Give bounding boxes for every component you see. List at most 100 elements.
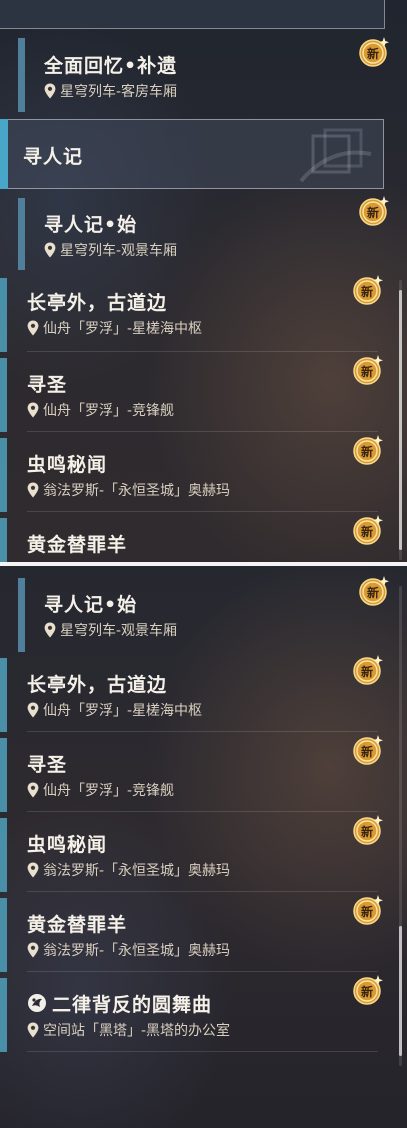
row-separator: [27, 891, 378, 892]
quest-location-text: 翁法罗斯-「永恒圣城」奥赫玛: [43, 863, 231, 879]
quest-location-text: 翁法罗斯-「永恒圣城」奥赫玛: [43, 483, 231, 499]
row-separator: [27, 1051, 378, 1052]
quest-location: 星穹列车-客房车厢: [44, 81, 177, 101]
quest-type-icon: [28, 994, 46, 1012]
quest-item-full-recall-addendum[interactable]: 全面回忆•补遗 星穹列车-客房车厢: [0, 38, 384, 112]
quest-item-golden-scapegoat[interactable]: 黄金替罪羊: [0, 518, 384, 562]
location-pin-icon: [27, 320, 39, 336]
quest-location-text: 仙舟「罗浮」-星槎海中枢: [43, 321, 203, 337]
svg-text:新: 新: [361, 524, 373, 539]
scrollbar-thumb[interactable]: [399, 926, 402, 1056]
quest-title: 寻人记•始: [44, 594, 138, 616]
quest-location-text: 星穹列车-观景车厢: [60, 623, 178, 639]
quest-item-golden-scapegoat[interactable]: 黄金替罪羊 翁法罗斯-「永恒圣城」奥赫玛: [0, 898, 384, 972]
quest-location: 空间站「黑塔」-黑塔的办公室: [27, 1020, 230, 1040]
quest-title: 寻人记•始: [44, 214, 138, 236]
new-badge-icon: 新: [358, 575, 390, 607]
category-header-xunrenji[interactable]: 寻人记: [0, 119, 384, 189]
quest-location: 星穹列车-观景车厢: [44, 620, 177, 640]
new-badge-icon: 新: [358, 195, 390, 227]
svg-text:新: 新: [361, 284, 373, 299]
svg-text:新: 新: [361, 364, 373, 379]
location-pin-icon: [27, 402, 39, 418]
row-separator: [27, 431, 378, 432]
svg-text:新: 新: [367, 205, 379, 220]
svg-text:新: 新: [367, 46, 379, 61]
selection-bar: [18, 38, 25, 112]
quest-location: 仙舟「罗浮」-竞锋舰: [27, 400, 174, 420]
quest-item-changtingwai[interactable]: 长亭外，古道边 仙舟「罗浮」-星槎海中枢: [0, 658, 384, 732]
location-pin-icon: [27, 782, 39, 798]
location-pin-icon: [27, 482, 39, 498]
quest-list-bottom: 寻人记•始 星穹列车-观景车厢 新 长亭外，古道边 仙舟「罗浮」-星槎海中枢 新…: [0, 566, 407, 1128]
row-separator: [27, 731, 378, 732]
quest-item-xunsheng[interactable]: 寻圣 仙舟「罗浮」-竞锋舰: [0, 358, 384, 432]
row-separator: [27, 971, 378, 972]
location-pin-icon: [27, 702, 39, 718]
quest-location-text: 仙舟「罗浮」-星槎海中枢: [43, 703, 203, 719]
row-separator: [27, 511, 378, 512]
new-badge-icon: 新: [352, 894, 384, 926]
new-badge-icon: 新: [352, 654, 384, 686]
selection-bar: [18, 578, 25, 652]
quest-location-text: 仙舟「罗浮」-竞锋舰: [43, 783, 175, 799]
new-badge-icon: 新: [352, 814, 384, 846]
svg-text:新: 新: [367, 585, 379, 600]
location-pin-icon: [44, 83, 56, 99]
quest-location-text: 仙舟「罗浮」-竞锋舰: [43, 403, 175, 419]
new-badge-icon: 新: [352, 354, 384, 386]
category-emblem-icon: [299, 128, 372, 183]
quest-item-chongming[interactable]: 虫鸣秘闻 翁法罗斯-「永恒圣城」奥赫玛: [0, 438, 384, 512]
quest-item-antinomy-waltz[interactable]: 二律背反的圆舞曲 空间站「黑塔」-黑塔的办公室: [0, 978, 384, 1052]
quest-item-chongming[interactable]: 虫鸣秘闻 翁法罗斯-「永恒圣城」奥赫玛: [0, 818, 384, 892]
quest-title: 寻圣: [27, 374, 68, 396]
svg-text:新: 新: [361, 744, 373, 759]
quest-list-top: 全面回忆•补遗 星穹列车-客房车厢 新 寻人记 寻人记•始 星穹列车-观景车厢 …: [0, 0, 407, 562]
quest-title: 黄金替罪羊: [27, 534, 128, 556]
svg-text:新: 新: [361, 984, 373, 999]
new-badge-icon: 新: [352, 514, 384, 546]
category-bar: [0, 518, 7, 562]
scrollbar-thumb[interactable]: [399, 290, 402, 550]
quest-item-xunsheng[interactable]: 寻圣 仙舟「罗浮」-竞锋舰: [0, 738, 384, 812]
quest-location: 仙舟「罗浮」-星槎海中枢: [27, 700, 202, 720]
category-bar: [0, 898, 7, 972]
svg-text:新: 新: [361, 824, 373, 839]
new-badge-icon: 新: [358, 36, 390, 68]
quest-title: 黄金替罪羊: [27, 914, 128, 936]
new-badge-icon: 新: [352, 434, 384, 466]
location-pin-icon: [27, 942, 39, 958]
quest-title: 虫鸣秘闻: [27, 454, 108, 476]
quest-location: 星穹列车-观景车厢: [44, 240, 177, 260]
location-pin-icon: [44, 242, 56, 258]
svg-text:新: 新: [361, 904, 373, 919]
category-accent-bar: [0, 119, 8, 189]
quest-title: 全面回忆•补遗: [44, 55, 178, 77]
svg-text:新: 新: [361, 444, 373, 459]
quest-location: 仙舟「罗浮」-竞锋舰: [27, 780, 174, 800]
quest-title: 长亭外，古道边: [27, 292, 168, 314]
category-header-partial[interactable]: [0, 0, 385, 29]
quest-location-text: 空间站「黑塔」-黑塔的办公室: [43, 1023, 231, 1039]
quest-location-text: 星穹列车-客房车厢: [60, 84, 178, 100]
location-pin-icon: [44, 622, 56, 638]
quest-item-changtingwai[interactable]: 长亭外，古道边 仙舟「罗浮」-星槎海中枢: [0, 278, 384, 352]
new-badge-icon: 新: [352, 974, 384, 1006]
location-pin-icon: [27, 1022, 39, 1038]
category-bar: [0, 658, 7, 732]
quest-item-xunrenji-start[interactable]: 寻人记•始 星穹列车-观景车厢: [0, 578, 384, 652]
quest-location-text: 翁法罗斯-「永恒圣城」奥赫玛: [43, 943, 231, 959]
category-bar: [0, 358, 7, 432]
quest-title: 长亭外，古道边: [27, 674, 168, 696]
quest-location: 翁法罗斯-「永恒圣城」奥赫玛: [27, 480, 230, 500]
quest-item-xunrenji-start[interactable]: 寻人记•始 星穹列车-观景车厢: [0, 198, 384, 270]
quest-location: 仙舟「罗浮」-星槎海中枢: [27, 318, 202, 338]
row-separator: [27, 351, 378, 352]
quest-location-text: 星穹列车-观景车厢: [60, 243, 178, 259]
new-badge-icon: 新: [352, 734, 384, 766]
quest-title: 虫鸣秘闻: [27, 834, 108, 856]
category-title: 寻人记: [23, 146, 84, 168]
category-bar: [0, 978, 7, 1052]
quest-location: 翁法罗斯-「永恒圣城」奥赫玛: [27, 860, 230, 880]
category-bar: [0, 738, 7, 812]
